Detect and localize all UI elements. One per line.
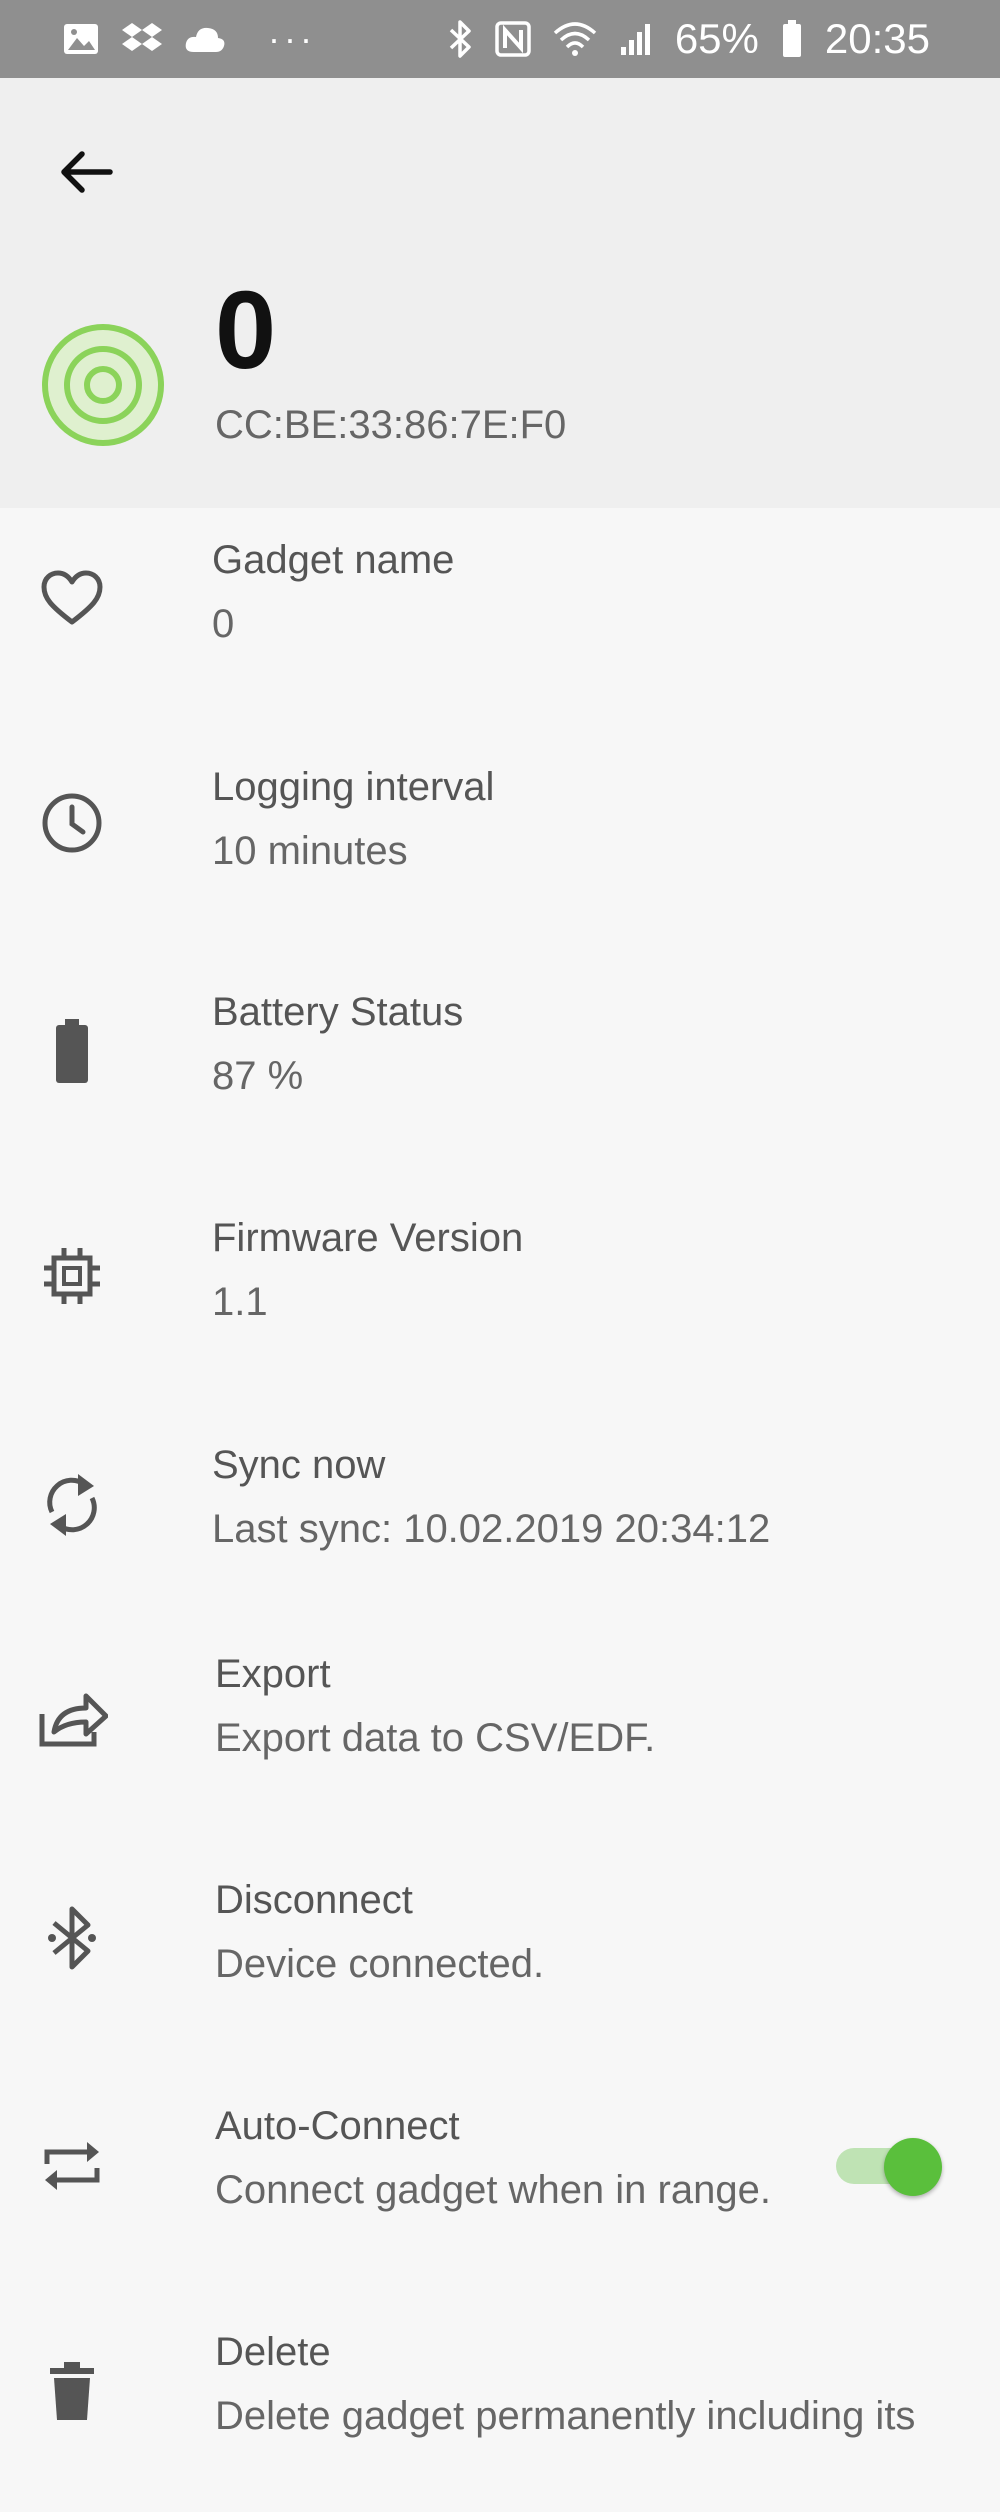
gallery-icon bbox=[64, 24, 98, 54]
setting-value: 87 % bbox=[212, 1054, 304, 1098]
setting-title: Disconnect bbox=[215, 1878, 413, 1922]
setting-export[interactable]: Export Export data to CSV/EDF. bbox=[0, 1634, 1000, 1834]
setting-battery-status: Battery Status 87 % bbox=[0, 972, 1000, 1172]
gadget-title: 0 bbox=[215, 269, 277, 392]
setting-title: Delete bbox=[215, 2330, 331, 2374]
status-bar-system: 65% 20:35 bbox=[449, 15, 930, 63]
nfc-icon bbox=[495, 21, 531, 57]
setting-value: 0 bbox=[212, 602, 235, 646]
status-bar: ··· 65% 20:35 bbox=[0, 0, 1000, 78]
trash-icon bbox=[36, 2356, 108, 2428]
more-notifications: ··· bbox=[268, 18, 316, 59]
setting-title: Battery Status bbox=[212, 990, 464, 1034]
battery-status-bar-icon bbox=[782, 20, 801, 57]
cloud-icon bbox=[185, 27, 225, 52]
setting-value: 1.1 bbox=[212, 1280, 268, 1324]
setting-value: Last sync: 10.02.2019 20:34:12 bbox=[212, 1507, 771, 1551]
setting-title: Firmware Version bbox=[212, 1216, 524, 1260]
setting-title: Auto-Connect bbox=[215, 2104, 460, 2148]
setting-sync-now[interactable]: Sync now Last sync: 10.02.2019 20:34:12 bbox=[0, 1425, 1000, 1625]
wifi-icon bbox=[553, 22, 596, 56]
status-bar-notifications: ··· bbox=[62, 18, 316, 60]
battery-icon bbox=[36, 1016, 108, 1088]
back-button[interactable] bbox=[50, 136, 122, 208]
dropbox-icon bbox=[122, 23, 162, 51]
setting-value: Export data to CSV/EDF. bbox=[215, 1716, 656, 1760]
mac-address: CC:BE:33:86:7E:F0 bbox=[215, 403, 567, 447]
heart-icon bbox=[36, 562, 108, 634]
signal-icon bbox=[620, 24, 650, 55]
setting-disconnect[interactable]: Disconnect Device connected. bbox=[0, 1860, 1000, 2060]
clock: 20:35 bbox=[824, 15, 930, 62]
setting-firmware-version: Firmware Version 1.1 bbox=[0, 1198, 1000, 1398]
setting-title: Export bbox=[215, 1652, 331, 1696]
setting-gadget-name[interactable]: Gadget name 0 bbox=[0, 520, 1000, 720]
share-icon bbox=[36, 1682, 108, 1754]
setting-value: Device connected. bbox=[215, 1942, 545, 1986]
bluetooth-icon bbox=[36, 1902, 108, 1974]
setting-value: 10 minutes bbox=[212, 829, 408, 873]
toolbar bbox=[0, 78, 1000, 248]
gadget-sensor-icon bbox=[42, 324, 164, 446]
sync-icon bbox=[36, 1469, 108, 1541]
bluetooth-status-icon bbox=[449, 20, 471, 58]
battery-percent: 65% bbox=[674, 15, 759, 62]
clock-icon bbox=[36, 787, 108, 859]
setting-delete[interactable]: Delete Delete gadget permanently includi… bbox=[0, 2312, 1000, 2512]
gadget-header: 0 CC:BE:33:86:7E:F0 bbox=[0, 248, 1000, 508]
setting-value: Delete gadget permanently including its bbox=[215, 2394, 916, 2438]
setting-logging-interval[interactable]: Logging interval 10 minutes bbox=[0, 745, 1000, 945]
auto-connect-switch[interactable] bbox=[828, 2130, 942, 2200]
chip-icon bbox=[36, 1240, 108, 1312]
switch-thumb bbox=[884, 2138, 942, 2196]
repeat-icon bbox=[36, 2130, 108, 2202]
setting-title: Gadget name bbox=[212, 538, 455, 582]
setting-title: Logging interval bbox=[212, 765, 495, 809]
setting-value: Connect gadget when in range. bbox=[215, 2168, 771, 2212]
arrow-back-icon bbox=[61, 151, 113, 193]
setting-title: Sync now bbox=[212, 1443, 386, 1487]
